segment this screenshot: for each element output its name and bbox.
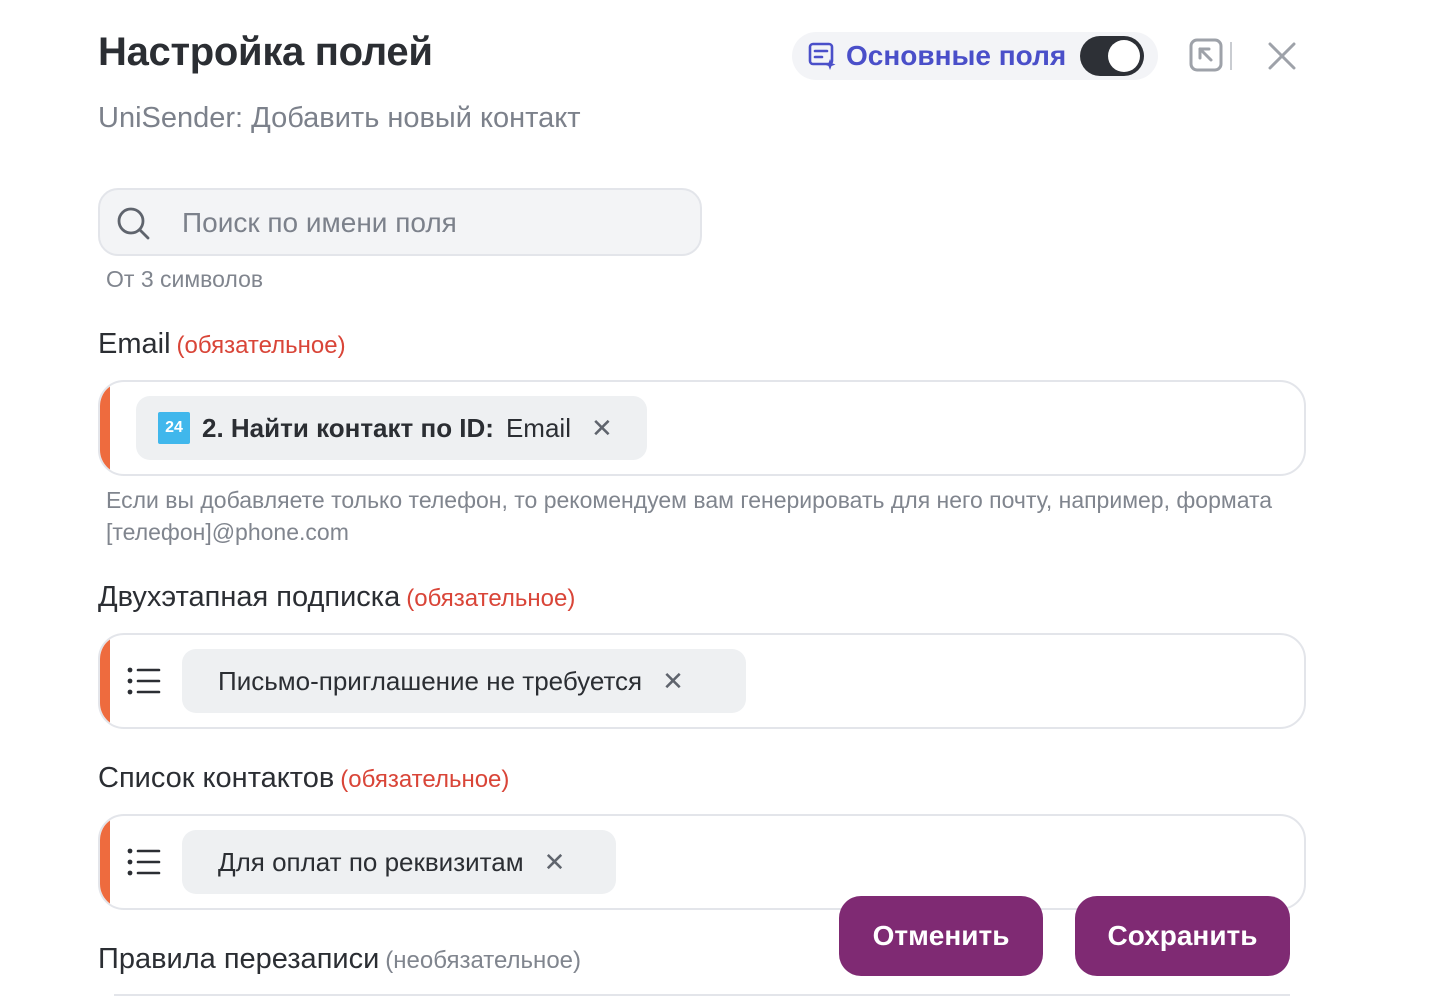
save-button[interactable]: Сохранить bbox=[1075, 896, 1290, 976]
main-fields-toggle-group[interactable]: Основные поля bbox=[792, 32, 1158, 80]
required-accent-bar bbox=[100, 816, 110, 908]
list-icon bbox=[127, 667, 161, 695]
chip-source-label: 2. Найти контакт по ID: bbox=[202, 412, 494, 443]
field-label-contact-list: Список контактов (обязательное) bbox=[98, 762, 509, 795]
optional-marker: (необязательное) bbox=[385, 947, 581, 974]
required-marker: (обязательное) bbox=[406, 585, 576, 612]
collapse-icon[interactable] bbox=[1186, 36, 1236, 76]
cancel-button[interactable]: Отменить bbox=[839, 896, 1043, 976]
required-marker: (обязательное) bbox=[340, 766, 510, 793]
main-fields-switch[interactable] bbox=[1080, 36, 1144, 76]
chip-value: Письмо-приглашение не требуется bbox=[218, 665, 643, 696]
bitrix24-icon: 24 bbox=[158, 412, 190, 444]
chip-value: Email bbox=[505, 412, 571, 443]
chip-value: Для оплат по реквизитам bbox=[218, 846, 524, 877]
list-icon bbox=[127, 848, 161, 876]
field-label-text: Правила перезаписи bbox=[98, 943, 380, 975]
field-label-text: Двухэтапная подписка bbox=[98, 581, 401, 613]
page-subtitle: UniSender: Добавить новый контакт bbox=[98, 102, 581, 134]
value-chip-contact-list[interactable]: Для оплат по реквизитам ✕ bbox=[182, 830, 616, 894]
form-sparkle-icon bbox=[808, 42, 836, 70]
required-accent-bar bbox=[100, 382, 110, 474]
search-icon bbox=[117, 207, 150, 240]
field-settings-panel: Настройка полей UniSender: Добавить новы… bbox=[0, 0, 1434, 996]
field-input-email[interactable]: 24 2. Найти контакт по ID: Email ✕ bbox=[98, 380, 1306, 476]
search-input[interactable] bbox=[180, 200, 684, 246]
page-title: Настройка полей bbox=[98, 30, 433, 74]
chip-remove-icon[interactable]: ✕ bbox=[662, 666, 684, 697]
required-marker: (обязательное) bbox=[176, 332, 346, 359]
field-input-double-optin[interactable]: Письмо-приглашение не требуется ✕ bbox=[98, 633, 1306, 729]
main-fields-label: Основные поля bbox=[846, 40, 1067, 71]
chip-remove-icon[interactable]: ✕ bbox=[544, 847, 566, 878]
value-chip-double-optin[interactable]: Письмо-приглашение не требуется ✕ bbox=[182, 649, 746, 713]
field-label-text: Email bbox=[98, 328, 171, 360]
field-label-double-optin: Двухэтапная подписка (обязательное) bbox=[98, 581, 575, 614]
switch-knob bbox=[1108, 40, 1140, 72]
chip-remove-icon[interactable]: ✕ bbox=[591, 413, 613, 444]
required-accent-bar bbox=[100, 635, 110, 727]
search-hint: От 3 символов bbox=[106, 266, 264, 292]
field-hint-email: Если вы добавляете только телефон, то ре… bbox=[106, 487, 1273, 545]
field-label-text: Список контактов bbox=[98, 762, 335, 794]
value-chip-email[interactable]: 24 2. Найти контакт по ID: Email ✕ bbox=[136, 396, 647, 460]
field-label-overwrite-rules: Правила перезаписи (необязательное) bbox=[98, 943, 581, 976]
field-search bbox=[98, 188, 702, 256]
close-icon[interactable] bbox=[1266, 40, 1298, 72]
field-label-email: Email (обязательное) bbox=[98, 328, 346, 361]
